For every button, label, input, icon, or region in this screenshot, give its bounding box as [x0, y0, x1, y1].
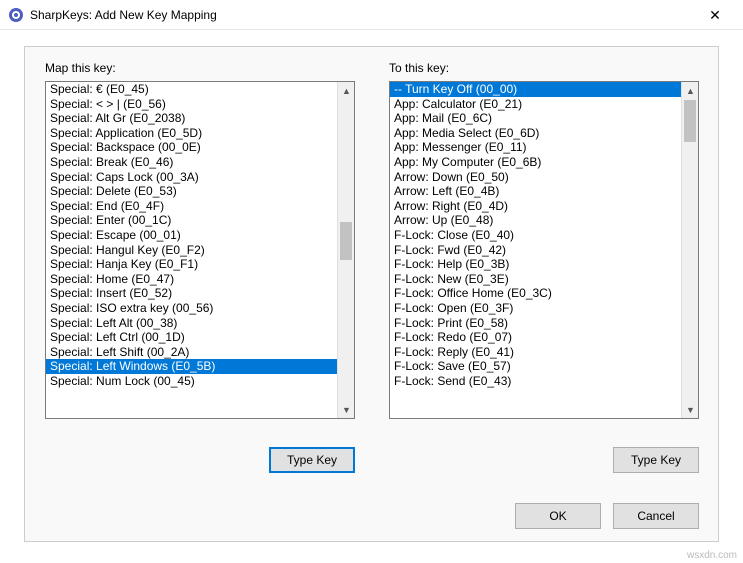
list-item[interactable]: Special: Num Lock (00_45) — [46, 374, 337, 389]
type-key-to-button[interactable]: Type Key — [613, 447, 699, 473]
cancel-button[interactable]: Cancel — [613, 503, 699, 529]
from-key-listbox[interactable]: Special: € (E0_45)Special: < > | (E0_56)… — [45, 81, 355, 419]
list-item[interactable]: F-Lock: Redo (E0_07) — [390, 330, 681, 345]
list-item[interactable]: Special: Left Ctrl (00_1D) — [46, 330, 337, 345]
from-key-scrollbar[interactable]: ▲ ▼ — [337, 82, 354, 418]
to-key-listbox[interactable]: -- Turn Key Off (00_00)App: Calculator (… — [389, 81, 699, 419]
ok-button[interactable]: OK — [515, 503, 601, 529]
list-item[interactable]: Special: Left Windows (E0_5B) — [46, 359, 337, 374]
scroll-down-icon[interactable]: ▼ — [682, 401, 699, 418]
scroll-thumb[interactable] — [340, 222, 352, 260]
list-item[interactable]: App: My Computer (E0_6B) — [390, 155, 681, 170]
list-item[interactable]: Special: End (E0_4F) — [46, 199, 337, 214]
list-item[interactable]: Special: Home (E0_47) — [46, 272, 337, 287]
list-item[interactable]: Special: Escape (00_01) — [46, 228, 337, 243]
close-icon[interactable]: ✕ — [695, 0, 735, 30]
list-item[interactable]: Special: Enter (00_1C) — [46, 213, 337, 228]
list-item[interactable]: Arrow: Left (E0_4B) — [390, 184, 681, 199]
list-item[interactable]: -- Turn Key Off (00_00) — [390, 82, 681, 97]
to-this-key-label: To this key: — [389, 61, 449, 75]
list-item[interactable]: Special: Left Alt (00_38) — [46, 316, 337, 331]
list-item[interactable]: Arrow: Up (E0_48) — [390, 213, 681, 228]
list-item[interactable]: Special: ISO extra key (00_56) — [46, 301, 337, 316]
type-key-from-button[interactable]: Type Key — [269, 447, 355, 473]
list-item[interactable]: Special: Application (E0_5D) — [46, 126, 337, 141]
list-item[interactable]: F-Lock: Send (E0_43) — [390, 374, 681, 389]
list-item[interactable]: F-Lock: Close (E0_40) — [390, 228, 681, 243]
list-item[interactable]: Arrow: Right (E0_4D) — [390, 199, 681, 214]
list-item[interactable]: Special: € (E0_45) — [46, 82, 337, 97]
list-item[interactable]: F-Lock: Open (E0_3F) — [390, 301, 681, 316]
titlebar: SharpKeys: Add New Key Mapping ✕ — [0, 0, 743, 30]
list-item[interactable]: Special: Left Shift (00_2A) — [46, 345, 337, 360]
to-key-scrollbar[interactable]: ▲ ▼ — [681, 82, 698, 418]
scroll-up-icon[interactable]: ▲ — [338, 82, 355, 99]
scroll-up-icon[interactable]: ▲ — [682, 82, 699, 99]
list-item[interactable]: App: Media Select (E0_6D) — [390, 126, 681, 141]
list-item[interactable]: Special: Delete (E0_53) — [46, 184, 337, 199]
scroll-thumb[interactable] — [684, 100, 696, 142]
list-item[interactable]: F-Lock: Office Home (E0_3C) — [390, 286, 681, 301]
list-item[interactable]: Special: Alt Gr (E0_2038) — [46, 111, 337, 126]
list-item[interactable]: Special: Hanja Key (E0_F1) — [46, 257, 337, 272]
list-item[interactable]: Arrow: Down (E0_50) — [390, 170, 681, 185]
list-item[interactable]: App: Calculator (E0_21) — [390, 97, 681, 112]
list-item[interactable]: Special: Backspace (00_0E) — [46, 140, 337, 155]
list-item[interactable]: F-Lock: Print (E0_58) — [390, 316, 681, 331]
list-item[interactable]: F-Lock: New (E0_3E) — [390, 272, 681, 287]
sharpkeys-icon — [8, 7, 24, 23]
list-item[interactable]: Special: Caps Lock (00_3A) — [46, 170, 337, 185]
list-item[interactable]: Special: Hangul Key (E0_F2) — [46, 243, 337, 258]
list-item[interactable]: F-Lock: Save (E0_57) — [390, 359, 681, 374]
list-item[interactable]: Special: Break (E0_46) — [46, 155, 337, 170]
list-item[interactable]: App: Messenger (E0_11) — [390, 140, 681, 155]
map-this-key-label: Map this key: — [45, 61, 116, 75]
list-item[interactable]: F-Lock: Fwd (E0_42) — [390, 243, 681, 258]
list-item[interactable]: App: Mail (E0_6C) — [390, 111, 681, 126]
window-title: SharpKeys: Add New Key Mapping — [30, 8, 695, 22]
list-item[interactable]: F-Lock: Reply (E0_41) — [390, 345, 681, 360]
dialog-frame: Map this key: To this key: Special: € (E… — [24, 46, 719, 542]
watermark: wsxdn.com — [687, 550, 737, 561]
scroll-down-icon[interactable]: ▼ — [338, 401, 355, 418]
list-item[interactable]: Special: < > | (E0_56) — [46, 97, 337, 112]
list-item[interactable]: Special: Insert (E0_52) — [46, 286, 337, 301]
list-item[interactable]: F-Lock: Help (E0_3B) — [390, 257, 681, 272]
